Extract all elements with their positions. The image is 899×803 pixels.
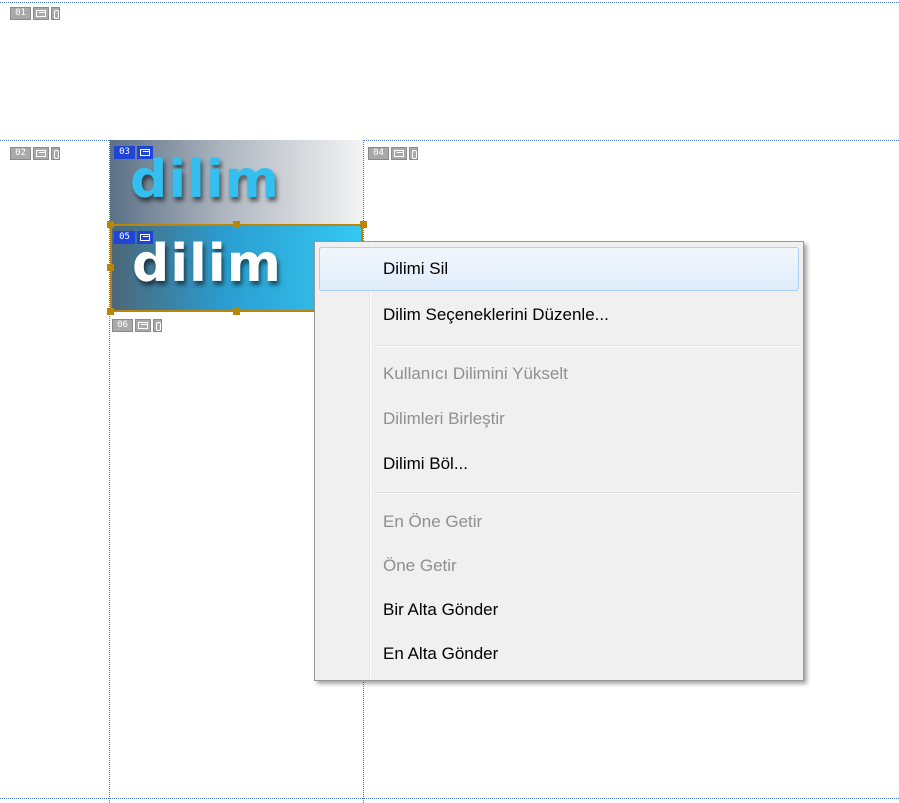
resize-handle-top-left[interactable] <box>107 221 114 228</box>
slice-04-tag[interactable]: 04 <box>368 146 418 160</box>
menu-separator <box>375 345 799 347</box>
image-slice-icon <box>391 146 407 160</box>
slice-number: 01 <box>10 6 31 20</box>
slice-image-text: dilim <box>132 234 282 294</box>
slice-guide-top <box>0 2 899 3</box>
menu-separator <box>375 492 799 494</box>
slice-06-tag[interactable]: 06 <box>112 318 162 332</box>
link-icon <box>51 146 60 160</box>
slice-number: 04 <box>368 146 389 160</box>
menu-item-edit-slice-options[interactable]: Dilim Seçeneklerini Düzenle... <box>319 293 799 337</box>
menu-item-combine-slices[interactable]: Dilimleri Birleştir <box>319 397 799 441</box>
image-slice-icon <box>137 145 153 159</box>
resize-handle-bottom-left[interactable] <box>107 308 114 315</box>
slice-guide-bottom <box>0 798 899 799</box>
slice-02-tag[interactable]: 02 <box>10 146 60 160</box>
menu-item-promote-user-slice[interactable]: Kullanıcı Dilimini Yükselt <box>319 352 799 396</box>
link-icon <box>409 146 418 160</box>
menu-item-bring-forward[interactable]: Öne Getir <box>319 544 799 588</box>
image-slice-icon <box>33 146 49 160</box>
slice-number: 03 <box>114 145 135 159</box>
resize-handle-left[interactable] <box>107 264 114 271</box>
resize-handle-bottom[interactable] <box>233 308 240 315</box>
slice-number: 06 <box>112 318 133 332</box>
resize-handle-top-right[interactable] <box>360 221 367 228</box>
slice-image-text: dilim <box>130 150 280 210</box>
slice-number: 05 <box>114 230 135 244</box>
menu-item-bring-to-front[interactable]: En Öne Getir <box>319 500 799 544</box>
menu-item-divide-slice[interactable]: Dilimi Böl... <box>319 442 799 486</box>
image-slice-icon <box>137 230 153 244</box>
menu-item-send-backward[interactable]: Bir Alta Gönder <box>319 588 799 632</box>
slice-03-tag[interactable]: 03 <box>114 145 153 159</box>
slice-number: 02 <box>10 146 31 160</box>
resize-handle-top[interactable] <box>233 221 240 228</box>
menu-item-send-to-back[interactable]: En Alta Gönder <box>319 632 799 676</box>
slice-05-tag[interactable]: 05 <box>114 230 153 244</box>
slice-01-tag[interactable]: 01 <box>10 6 60 20</box>
link-icon <box>153 318 162 332</box>
image-slice-icon <box>33 6 49 20</box>
image-slice-icon <box>135 318 151 332</box>
menu-item-delete-slice[interactable]: Dilimi Sil <box>319 247 799 291</box>
link-icon <box>51 6 60 20</box>
context-menu: Dilimi Sil Dilim Seçeneklerini Düzenle..… <box>314 241 804 681</box>
